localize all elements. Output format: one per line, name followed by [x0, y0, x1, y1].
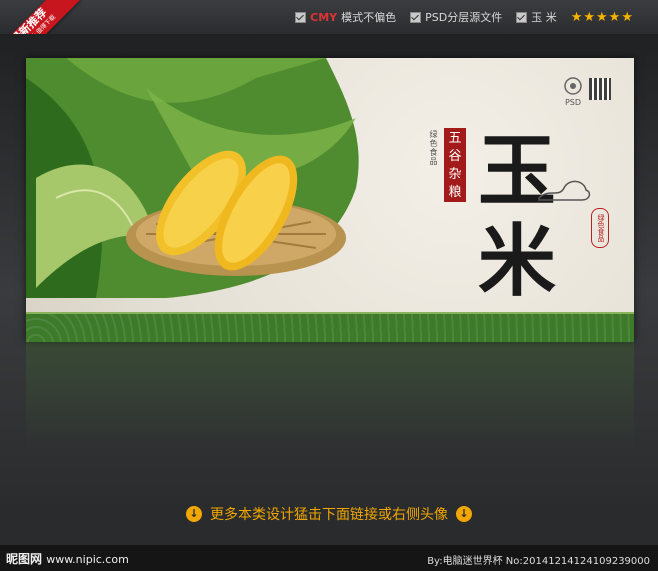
- vertical-caption: 绿色食品: [428, 130, 439, 166]
- corn-title: 玉 米: [478, 126, 556, 307]
- more-designs-link[interactable]: ↓ 更多本类设计猛击下面链接或右侧头像 ↓: [0, 504, 658, 524]
- logo-mark-icon: [564, 77, 582, 95]
- green-pattern-band: [26, 312, 634, 342]
- check-icon: [295, 11, 307, 23]
- feature-subject-label: 玉 米: [531, 11, 557, 24]
- site-brand-name: 昵图网: [6, 552, 43, 566]
- feature-list: CMY 模式不偏色 PSD分层源文件 玉 米 ★★★★★: [295, 9, 634, 25]
- corn-field-illustration: [26, 58, 359, 298]
- slogan-label: 五谷杂粮: [444, 128, 466, 202]
- site-brand[interactable]: 昵图网 www.nipic.com: [6, 550, 129, 567]
- feature-cmy-suffix: 模式不偏色: [341, 11, 397, 24]
- corn-banner: PSD 五谷杂粮 绿色食品 玉 米 绿色食品: [26, 58, 634, 342]
- top-bar: CMY 模式不偏色 PSD分层源文件 玉 米 ★★★★★: [0, 0, 658, 35]
- more-designs-text[interactable]: 更多本类设计猛击下面链接或右侧头像: [210, 504, 448, 524]
- psd-logo-text: PSD: [564, 98, 582, 107]
- vertical-caption-text: 绿色食品: [429, 130, 438, 166]
- feature-psd: PSD分层源文件: [410, 9, 502, 25]
- feature-psd-label: PSD分层源文件: [425, 11, 503, 24]
- feature-subject: 玉 米: [516, 9, 557, 25]
- check-icon: [410, 11, 422, 23]
- rating-stars: ★★★★★: [570, 9, 634, 25]
- psd-logo: PSD: [558, 76, 588, 107]
- slogan-block: 五谷杂粮: [444, 128, 470, 202]
- check-icon: [516, 11, 528, 23]
- red-seal: 绿色食品: [591, 208, 609, 248]
- feature-cmy-label: CMY: [310, 10, 338, 24]
- download-arrow-icon: ↓: [186, 506, 202, 522]
- site-url[interactable]: www.nipic.com: [46, 553, 129, 566]
- bottom-bar: 昵图网 www.nipic.com By:电脑迷世界杯 No:201412141…: [0, 545, 658, 571]
- author-byline: By:电脑迷世界杯 No:20141214124109239000: [427, 556, 650, 567]
- download-arrow-icon: ↓: [456, 506, 472, 522]
- feature-cmy: CMY 模式不偏色: [295, 9, 396, 25]
- banner-reflection: [26, 342, 634, 452]
- title-bottom-char: 米: [478, 216, 556, 307]
- cloud-ornament-icon: [538, 180, 591, 201]
- wave-pattern: [26, 314, 634, 342]
- qr-code: [589, 78, 611, 100]
